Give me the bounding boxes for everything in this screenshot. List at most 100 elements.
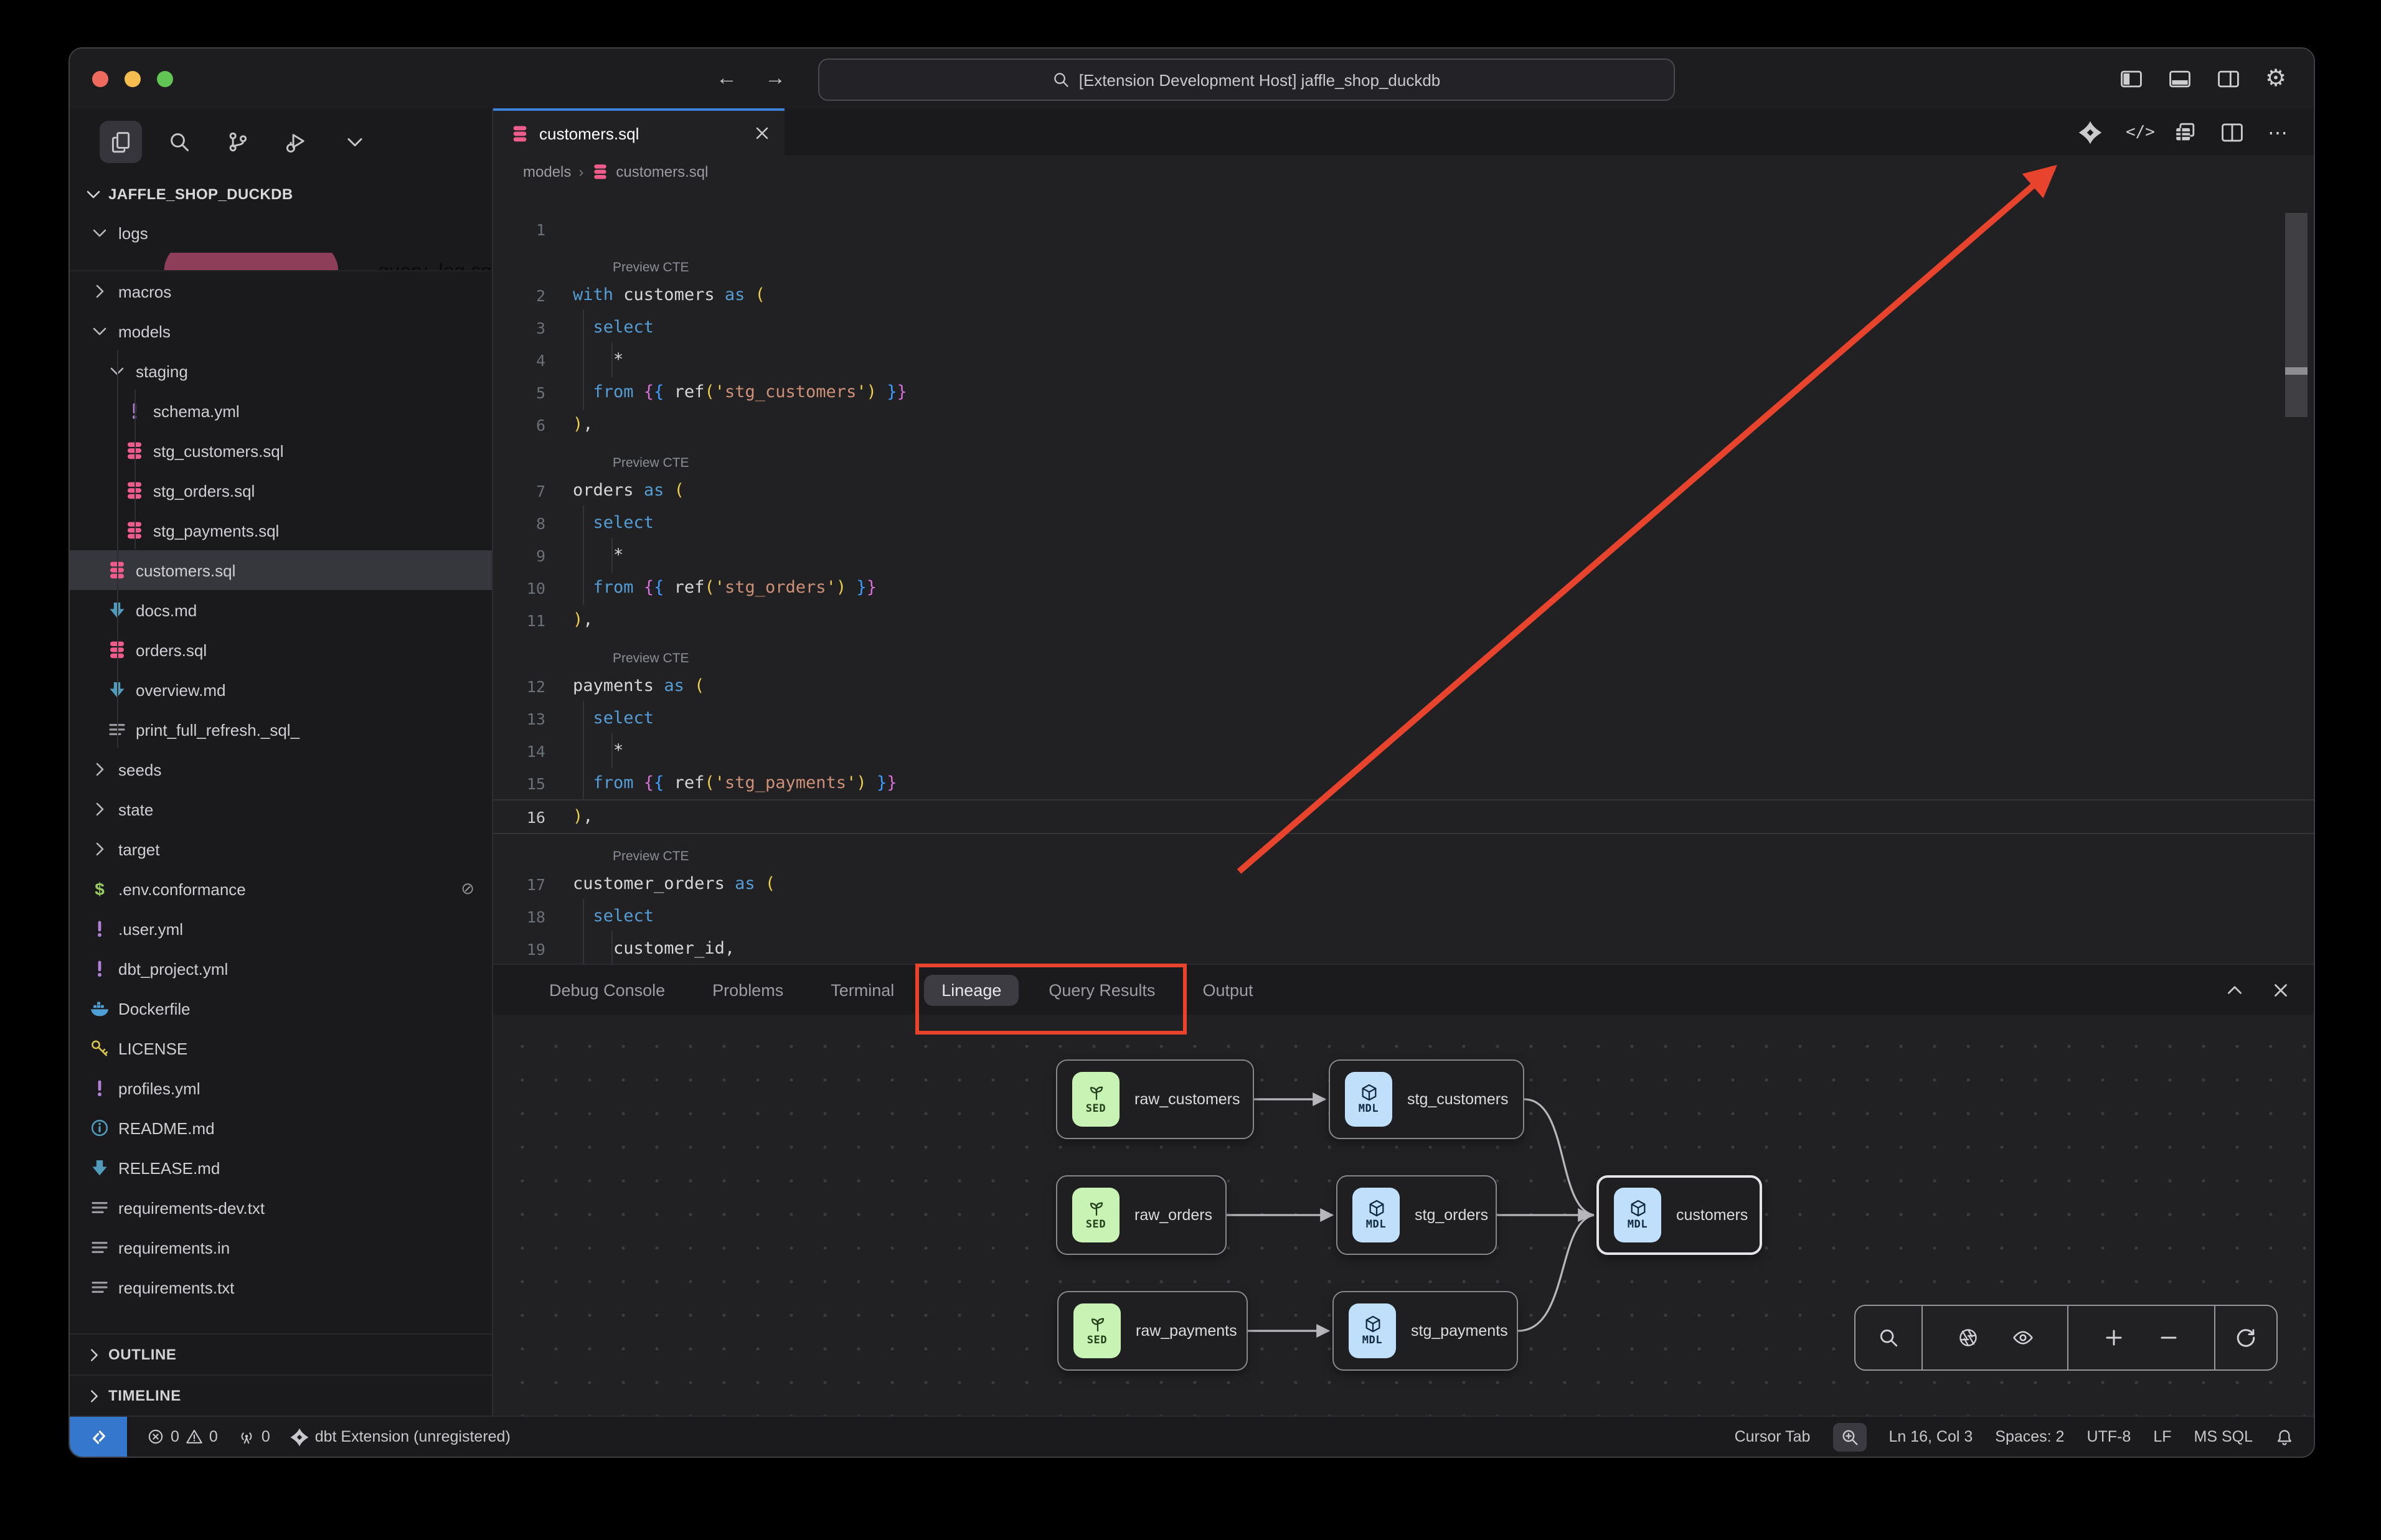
more-icon[interactable]: ⋯ [2268,120,2291,144]
code-line-7[interactable]: 7orders as ( [493,474,2314,507]
split-editor-icon[interactable] [2220,120,2244,144]
layout-sidebar-icon[interactable] [2119,67,2143,90]
code-icon[interactable]: </> [2126,120,2149,144]
query-results-icon[interactable] [2173,120,2197,144]
lineage-node-stg_customers[interactable]: MDLstg_customers [1329,1059,1524,1139]
tree-item-orders-sql[interactable]: orders.sql [70,630,492,670]
tree-item-partially-scrolled[interactable]: query_log.sq [70,253,492,271]
code-line-3[interactable]: 3 select [493,311,2314,344]
breadcrumb[interactable]: models › customers.sql [493,156,2314,188]
chevron-up-icon[interactable] [2224,979,2245,1000]
minus-icon[interactable] [2159,1327,2180,1348]
code-line-17[interactable]: 17customer_orders as ( [493,868,2314,900]
encoding-status[interactable]: UTF-8 [2086,1428,2131,1445]
close-window-button[interactable] [92,70,108,87]
lineage-canvas[interactable]: SEDraw_customersMDLstg_customersSEDraw_o… [493,1015,2314,1416]
tree-item-staging[interactable]: staging [70,351,492,391]
tree-item-logs[interactable]: logs [70,213,492,253]
code-line-16[interactable]: 16), [493,799,2314,834]
project-root-header[interactable]: JAFFLE_SHOP_DUCKDB [70,176,492,213]
tree-item-requirements-dev-txt[interactable]: requirements-dev.txt [70,1188,492,1228]
plus-icon[interactable] [2103,1327,2124,1348]
panel-tab-debug-console[interactable]: Debug Console [532,974,682,1005]
tree-item-dbt-project-yml[interactable]: dbt_project.yml [70,949,492,988]
lineage-node-raw_customers[interactable]: SEDraw_customers [1056,1059,1254,1139]
line-col-status[interactable]: Ln 16, Col 3 [1888,1428,1973,1445]
tree-item-dockerfile[interactable]: Dockerfile [70,988,492,1028]
code-line-14[interactable]: 14 * [493,735,2314,767]
tree-item-license[interactable]: LICENSE [70,1028,492,1068]
breadcrumb-file[interactable]: customers.sql [616,163,708,181]
code-line-18[interactable]: 18 select [493,900,2314,932]
codelens-preview-cte[interactable]: Preview CTE [493,834,2314,868]
lineage-node-stg_payments[interactable]: MDLstg_payments [1332,1291,1518,1371]
tab-customers-sql[interactable]: customers.sql [493,108,785,156]
sidebar-tool-source-control[interactable] [217,121,259,163]
bell-icon[interactable] [2275,1427,2294,1446]
refresh-icon[interactable] [2235,1327,2256,1348]
outline-section[interactable]: OUTLINE [70,1333,492,1374]
eol-status[interactable]: LF [2153,1428,2171,1445]
tree-item-readme-md[interactable]: README.md [70,1108,492,1148]
tree-item--env-conformance[interactable]: $.env.conformance⊘ [70,869,492,909]
forward-arrow-icon[interactable]: → [765,66,786,91]
code-editor[interactable]: 1Preview CTE2with customers as (3 select… [493,188,2314,964]
sidebar-tool-files-copy[interactable] [100,121,142,163]
minimize-window-button[interactable] [125,70,141,87]
sidebar-tool-debug[interactable] [275,121,318,163]
dbt-icon[interactable] [2078,120,2102,144]
cursor-tab-status[interactable]: Cursor Tab [1735,1428,1811,1445]
tree-item-requirements-txt[interactable]: requirements.txt [70,1267,492,1307]
zoom-status-button[interactable] [1832,1422,1866,1451]
tree-item-macros[interactable]: macros [70,271,492,311]
codelens-preview-cte[interactable]: Preview CTE [493,636,2314,670]
search-icon[interactable] [1878,1327,1899,1348]
code-line-5[interactable]: 5 from {{ ref('stg_customers') }} [493,376,2314,408]
panel-tab-output[interactable]: Output [1185,974,1270,1005]
codelens-preview-cte[interactable]: Preview CTE [493,441,2314,474]
panel-tab-terminal[interactable]: Terminal [813,974,912,1005]
tree-item-release-md[interactable]: RELEASE.md [70,1148,492,1188]
close-tab-icon[interactable] [752,123,772,143]
tree-item-stg-orders-sql[interactable]: stg_orders.sql [70,471,492,510]
code-line-10[interactable]: 10 from {{ ref('stg_orders') }} [493,571,2314,604]
code-line-8[interactable]: 8 select [493,507,2314,539]
indentation-status[interactable]: Spaces: 2 [1995,1428,2064,1445]
language-mode-status[interactable]: MS SQL [2194,1428,2253,1445]
tree-item-seeds[interactable]: seeds [70,749,492,789]
lineage-node-stg_orders[interactable]: MDLstg_orders [1336,1175,1497,1255]
code-line-6[interactable]: 6), [493,408,2314,441]
code-line-11[interactable]: 11), [493,604,2314,636]
tree-item-customers-sql[interactable]: customers.sql [70,550,492,590]
ports-status[interactable]: 0 [238,1428,270,1445]
lineage-node-raw_payments[interactable]: SEDraw_payments [1057,1291,1248,1371]
traffic-lights[interactable] [92,49,173,108]
tree-item-requirements-in[interactable]: requirements.in [70,1228,492,1267]
sidebar-tool-search[interactable] [158,121,200,163]
layout-secondary-sidebar-icon[interactable] [2217,67,2240,90]
code-line-9[interactable]: 9 * [493,539,2314,571]
layout-panel-icon[interactable] [2168,67,2192,90]
lineage-node-customers[interactable]: MDLcustomers [1596,1175,1762,1255]
settings-gear-icon[interactable]: ⚙ [2265,67,2289,90]
code-line-4[interactable]: 4 * [493,344,2314,376]
aperture-icon[interactable] [1957,1327,1978,1348]
remote-indicator[interactable] [70,1417,127,1457]
zoom-window-button[interactable] [157,70,173,87]
codelens-preview-cte[interactable]: Preview CTE [493,245,2314,279]
code-line-2[interactable]: 2with customers as ( [493,279,2314,311]
tree-item--user-yml[interactable]: .user.yml [70,909,492,949]
back-arrow-icon[interactable]: ← [716,66,737,91]
code-line-15[interactable]: 15 from {{ ref('stg_payments') }} [493,767,2314,799]
tree-item-print-full-refresh-sql-[interactable]: print_full_refresh._sql_ [70,710,492,749]
tree-item-overview-md[interactable]: overview.md [70,670,492,710]
tree-item-state[interactable]: state [70,789,492,829]
panel-tab-problems[interactable]: Problems [695,974,801,1005]
tree-item-stg-customers-sql[interactable]: stg_customers.sql [70,431,492,471]
tree-item-target[interactable]: target [70,829,492,869]
dbt-extension-status[interactable]: dbt Extension (unregistered) [290,1427,511,1446]
eye-icon[interactable] [2012,1327,2034,1348]
tree-item-schema-yml[interactable]: schema.yml [70,391,492,431]
code-line-19[interactable]: 19 customer_id, [493,932,2314,964]
breadcrumb-folder[interactable]: models [523,163,571,181]
